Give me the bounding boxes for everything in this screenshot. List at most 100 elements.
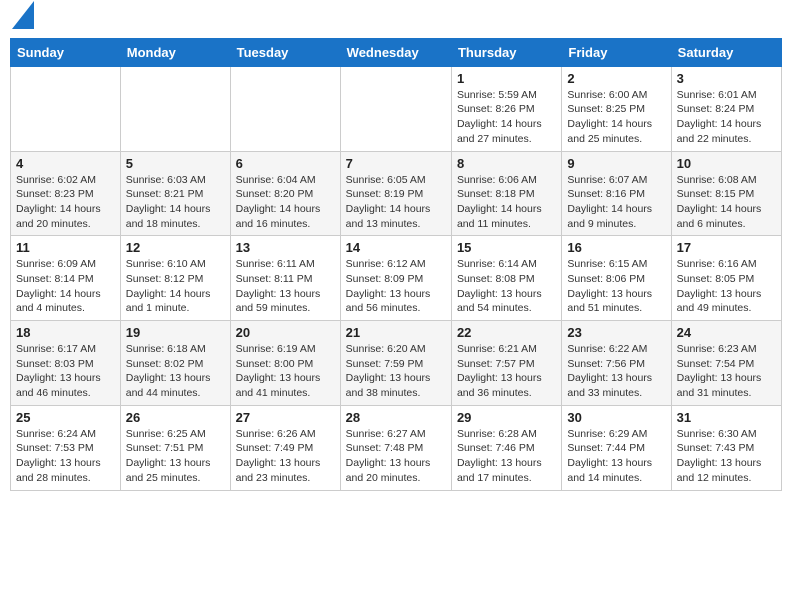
day-info: Sunrise: 6:18 AMSunset: 8:02 PMDaylight:… [126,342,225,401]
day-info: Sunrise: 6:05 AMSunset: 8:19 PMDaylight:… [346,173,446,232]
calendar-cell: 10Sunrise: 6:08 AMSunset: 8:15 PMDayligh… [671,151,781,236]
calendar-cell: 5 Sunrise: 6:03 AMSunset: 8:21 PMDaylight… [120,151,230,236]
page-header [10,10,782,30]
day-info: Sunrise: 6:02 AMSunset: 8:23 PMDaylight:… [16,173,115,232]
header-wednesday: Wednesday [340,38,451,66]
day-number: 24 [677,325,776,340]
day-number: 6 [236,156,335,171]
calendar-week-4: 18 Sunrise: 6:17 AMSunset: 8:03 PMDayligh… [11,321,782,406]
day-info: Sunrise: 6:24 AMSunset: 7:53 PMDaylight:… [16,427,115,486]
day-number: 10 [677,156,776,171]
day-info: Sunrise: 6:16 AMSunset: 8:05 PMDaylight:… [677,257,776,316]
day-number: 23 [567,325,665,340]
header-thursday: Thursday [451,38,561,66]
day-number: 3 [677,71,776,86]
calendar-cell: 3 Sunrise: 6:01 AMSunset: 8:24 PMDaylight… [671,66,781,151]
day-number: 4 [16,156,115,171]
calendar-cell: 25 Sunrise: 6:24 AMSunset: 7:53 PMDayligh… [11,405,121,490]
day-info: Sunrise: 6:21 AMSunset: 7:57 PMDaylight:… [457,342,556,401]
calendar-cell [230,66,340,151]
day-info: Sunrise: 6:04 AMSunset: 8:20 PMDaylight:… [236,173,335,232]
day-number: 18 [16,325,115,340]
header-sunday: Sunday [11,38,121,66]
calendar-week-2: 4 Sunrise: 6:02 AMSunset: 8:23 PMDaylight… [11,151,782,236]
calendar-cell: 16 Sunrise: 6:15 AMSunset: 8:06 PMDayligh… [562,236,671,321]
calendar-cell: 19 Sunrise: 6:18 AMSunset: 8:02 PMDayligh… [120,321,230,406]
calendar-cell: 28Sunrise: 6:27 AMSunset: 7:48 PMDayligh… [340,405,451,490]
calendar-cell: 21 Sunrise: 6:20 AMSunset: 7:59 PMDayligh… [340,321,451,406]
calendar-cell: 23Sunrise: 6:22 AMSunset: 7:56 PMDayligh… [562,321,671,406]
day-number: 27 [236,410,335,425]
calendar-cell: 14 Sunrise: 6:12 AMSunset: 8:09 PMDayligh… [340,236,451,321]
day-info: Sunrise: 6:27 AMSunset: 7:48 PMDaylight:… [346,427,446,486]
calendar-cell: 24 Sunrise: 6:23 AMSunset: 7:54 PMDayligh… [671,321,781,406]
day-info: Sunrise: 6:09 AMSunset: 8:14 PMDaylight:… [16,257,115,316]
day-info: Sunrise: 6:29 AMSunset: 7:44 PMDaylight:… [567,427,665,486]
calendar-cell: 12 Sunrise: 6:10 AMSunset: 8:12 PMDayligh… [120,236,230,321]
calendar-cell: 8 Sunrise: 6:06 AMSunset: 8:18 PMDaylight… [451,151,561,236]
day-info: Sunrise: 6:11 AMSunset: 8:11 PMDaylight:… [236,257,335,316]
day-info: Sunrise: 6:12 AMSunset: 8:09 PMDaylight:… [346,257,446,316]
day-info: Sunrise: 6:10 AMSunset: 8:12 PMDaylight:… [126,257,225,316]
day-info: Sunrise: 6:07 AMSunset: 8:16 PMDaylight:… [567,173,665,232]
day-number: 9 [567,156,665,171]
day-number: 20 [236,325,335,340]
calendar-cell: 15Sunrise: 6:14 AMSunset: 8:08 PMDayligh… [451,236,561,321]
header-tuesday: Tuesday [230,38,340,66]
day-info: Sunrise: 6:17 AMSunset: 8:03 PMDaylight:… [16,342,115,401]
day-info: Sunrise: 6:28 AMSunset: 7:46 PMDaylight:… [457,427,556,486]
calendar-cell: 27 Sunrise: 6:26 AMSunset: 7:49 PMDayligh… [230,405,340,490]
day-number: 7 [346,156,446,171]
day-info: Sunrise: 6:20 AMSunset: 7:59 PMDaylight:… [346,342,446,401]
day-info: Sunrise: 6:03 AMSunset: 8:21 PMDaylight:… [126,173,225,232]
day-number: 16 [567,240,665,255]
calendar-cell: 18 Sunrise: 6:17 AMSunset: 8:03 PMDayligh… [11,321,121,406]
calendar-cell: 22 Sunrise: 6:21 AMSunset: 7:57 PMDayligh… [451,321,561,406]
day-number: 25 [16,410,115,425]
day-number: 12 [126,240,225,255]
calendar-cell: 7 Sunrise: 6:05 AMSunset: 8:19 PMDaylight… [340,151,451,236]
day-number: 26 [126,410,225,425]
day-info: Sunrise: 6:01 AMSunset: 8:24 PMDaylight:… [677,88,776,147]
calendar-cell: 13 Sunrise: 6:11 AMSunset: 8:11 PMDayligh… [230,236,340,321]
day-info: Sunrise: 6:15 AMSunset: 8:06 PMDaylight:… [567,257,665,316]
day-number: 8 [457,156,556,171]
day-number: 13 [236,240,335,255]
day-info: Sunrise: 6:00 AMSunset: 8:25 PMDaylight:… [567,88,665,147]
day-info: Sunrise: 6:06 AMSunset: 8:18 PMDaylight:… [457,173,556,232]
day-info: Sunrise: 6:26 AMSunset: 7:49 PMDaylight:… [236,427,335,486]
calendar-week-5: 25 Sunrise: 6:24 AMSunset: 7:53 PMDayligh… [11,405,782,490]
day-number: 5 [126,156,225,171]
calendar-week-3: 11 Sunrise: 6:09 AMSunset: 8:14 PMDayligh… [11,236,782,321]
day-number: 19 [126,325,225,340]
logo-icon [12,1,34,29]
day-number: 1 [457,71,556,86]
calendar-cell: 9 Sunrise: 6:07 AMSunset: 8:16 PMDaylight… [562,151,671,236]
day-number: 2 [567,71,665,86]
header-saturday: Saturday [671,38,781,66]
calendar-cell: 2 Sunrise: 6:00 AMSunset: 8:25 PMDaylight… [562,66,671,151]
logo [10,10,34,30]
day-info: Sunrise: 5:59 AMSunset: 8:26 PMDaylight:… [457,88,556,147]
day-number: 14 [346,240,446,255]
day-info: Sunrise: 6:30 AMSunset: 7:43 PMDaylight:… [677,427,776,486]
calendar-cell [120,66,230,151]
calendar-cell [11,66,121,151]
calendar-cell: 26Sunrise: 6:25 AMSunset: 7:51 PMDayligh… [120,405,230,490]
day-info: Sunrise: 6:23 AMSunset: 7:54 PMDaylight:… [677,342,776,401]
day-info: Sunrise: 6:14 AMSunset: 8:08 PMDaylight:… [457,257,556,316]
calendar-cell [340,66,451,151]
calendar-cell: 1 Sunrise: 5:59 AMSunset: 8:26 PMDaylight… [451,66,561,151]
calendar-cell: 11 Sunrise: 6:09 AMSunset: 8:14 PMDayligh… [11,236,121,321]
calendar-week-1: 1 Sunrise: 5:59 AMSunset: 8:26 PMDaylight… [11,66,782,151]
day-number: 22 [457,325,556,340]
calendar-cell: 6 Sunrise: 6:04 AMSunset: 8:20 PMDaylight… [230,151,340,236]
header-friday: Friday [562,38,671,66]
calendar-cell: 31Sunrise: 6:30 AMSunset: 7:43 PMDayligh… [671,405,781,490]
calendar-header-row: SundayMondayTuesdayWednesdayThursdayFrid… [11,38,782,66]
day-number: 30 [567,410,665,425]
calendar-cell: 17Sunrise: 6:16 AMSunset: 8:05 PMDayligh… [671,236,781,321]
day-number: 11 [16,240,115,255]
calendar-table: SundayMondayTuesdayWednesdayThursdayFrid… [10,38,782,491]
day-number: 21 [346,325,446,340]
